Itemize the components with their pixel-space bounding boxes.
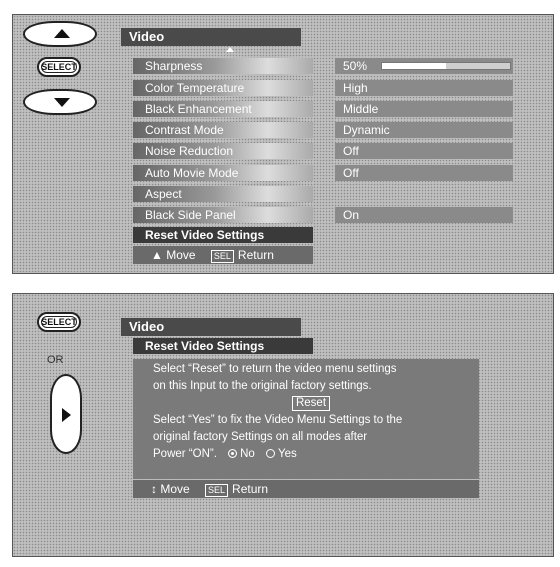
sharpness-percent: 50%	[343, 59, 368, 73]
move-icon: ↕	[151, 482, 161, 496]
sharpness-value[interactable]: 50%	[335, 58, 513, 74]
reset-dialog-panel: SELECT OR Video Reset Video Settings Sel…	[12, 293, 554, 557]
sharpness-slider-fill	[382, 63, 446, 69]
video-menu-panel: SELECT Video Sharpness Color Temperature…	[12, 14, 554, 274]
option-yes-label[interactable]: Yes	[278, 448, 297, 460]
sel-icon: SEL	[205, 484, 229, 497]
select-button[interactable]: SELECT	[37, 57, 81, 77]
scroll-up-icon	[226, 47, 234, 52]
option-no-label[interactable]: No	[240, 448, 255, 460]
menu-item-aspect[interactable]: Aspect	[133, 186, 313, 202]
radio-no[interactable]	[228, 449, 238, 458]
sharpness-slider[interactable]	[381, 62, 511, 70]
select-button[interactable]: SELECT	[37, 312, 81, 332]
info-line-3: Select “Yes” to fix the Video Menu Setti…	[153, 414, 403, 426]
menu-title: Video	[121, 28, 301, 46]
info-line-5: Power “ON”.	[153, 448, 217, 460]
menu-item-sharpness[interactable]: Sharpness	[133, 58, 313, 74]
reset-video-settings-heading: Reset Video Settings	[133, 338, 313, 354]
menu-item-black-enhancement[interactable]: Black Enhancement	[133, 101, 313, 117]
color-temperature-value[interactable]: High	[335, 80, 513, 96]
info-line-1: Select “Reset” to return the video menu …	[153, 363, 397, 375]
menu-item-noise-reduction[interactable]: Noise Reduction	[133, 143, 313, 159]
down-arrow-button[interactable]	[23, 89, 97, 115]
hint-return: Return	[237, 248, 274, 262]
reset-info-box: Select “Reset” to return the video menu …	[133, 359, 479, 479]
or-label: OR	[47, 354, 64, 366]
info-line-2: on this Input to the original factory se…	[153, 380, 372, 392]
hint-return: Return	[232, 482, 269, 496]
hint-bar: ▲ Move SEL Return	[133, 246, 313, 264]
menu-item-black-side-panel[interactable]: Black Side Panel	[133, 207, 313, 223]
menu-title: Video	[121, 318, 301, 336]
contrast-mode-value[interactable]: Dynamic	[335, 122, 513, 138]
info-line-4: original factory Settings on all modes a…	[153, 431, 368, 443]
menu-item-auto-movie-mode[interactable]: Auto Movie Mode	[133, 165, 313, 181]
hint-move: Move	[166, 248, 196, 262]
sel-icon: SEL	[210, 250, 234, 263]
menu-item-color-temperature[interactable]: Color Temperature	[133, 80, 313, 96]
info-line-5-row: Power “ON”. No Yes	[153, 446, 469, 463]
black-side-panel-value[interactable]: On	[335, 207, 513, 223]
auto-movie-mode-value[interactable]: Off	[335, 165, 513, 181]
right-arrow-button[interactable]	[50, 374, 82, 454]
noise-reduction-value[interactable]: Off	[335, 143, 513, 159]
hint-bar: ↕ Move SEL Return	[133, 480, 479, 498]
reset-row: Reset	[153, 395, 469, 412]
menu-item-reset-video-settings[interactable]: Reset Video Settings	[133, 227, 313, 243]
menu-item-contrast-mode[interactable]: Contrast Mode	[133, 122, 313, 138]
reset-button[interactable]: Reset	[291, 396, 331, 411]
radio-yes[interactable]	[266, 449, 276, 458]
hint-move: Move	[160, 482, 190, 496]
up-arrow-button[interactable]	[23, 21, 97, 47]
move-icon: ▲	[151, 248, 167, 262]
black-enhancement-value[interactable]: Middle	[335, 101, 513, 117]
